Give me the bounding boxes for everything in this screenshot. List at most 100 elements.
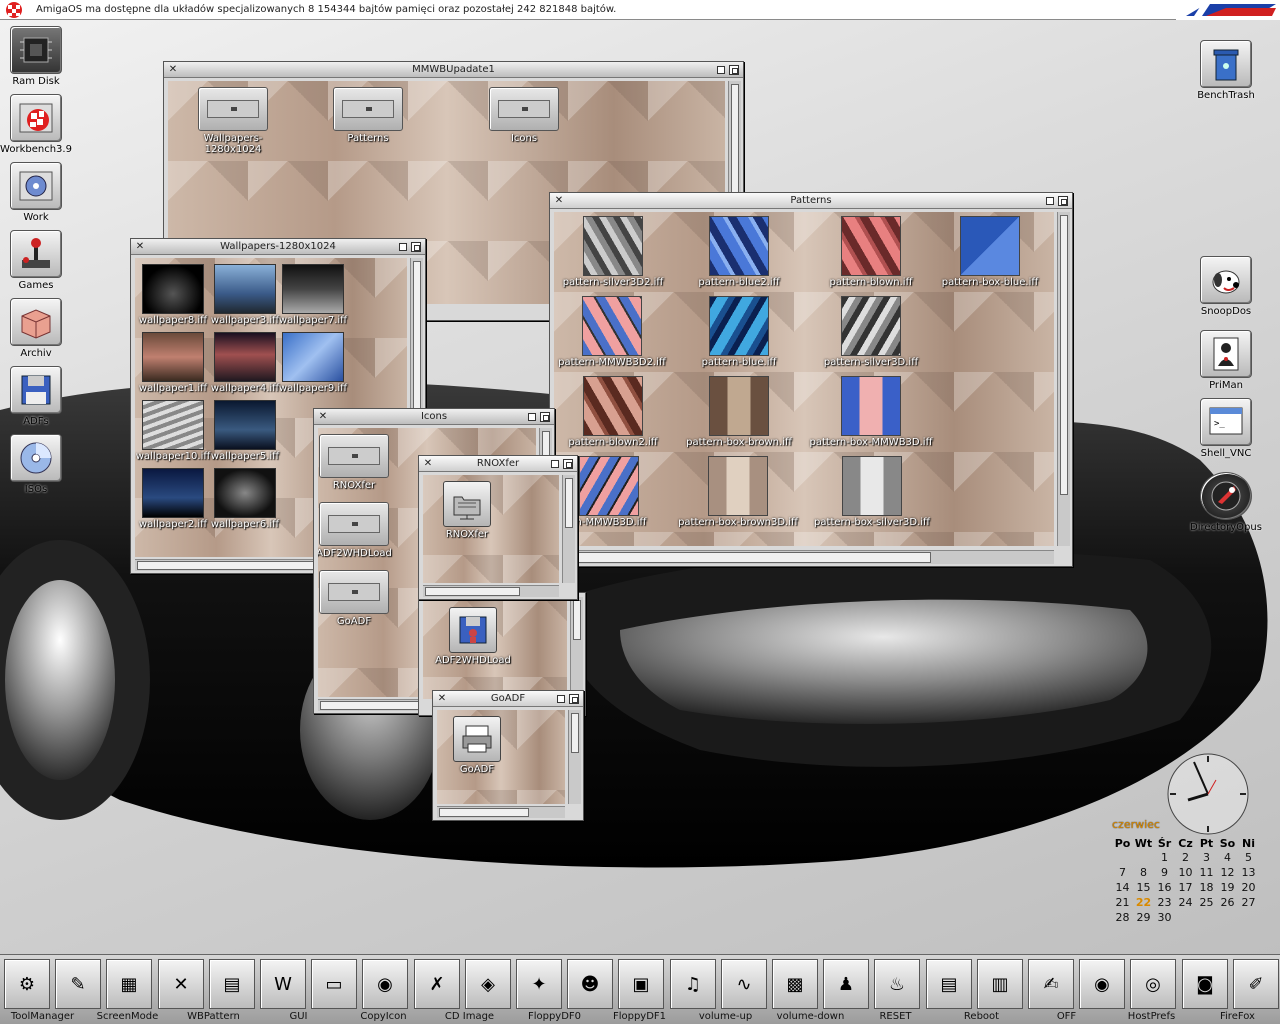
desktop-icon-shell-vnc[interactable]: >_ Shell_VNC xyxy=(1190,398,1262,459)
window-title-bar[interactable]: ✕ MMWBUpadate1 xyxy=(164,62,743,78)
calendar-day[interactable]: 17 xyxy=(1175,880,1196,895)
desktop-icon-isos[interactable]: ISOs xyxy=(0,434,72,495)
eye-icon[interactable]: ✍ xyxy=(1028,959,1074,1009)
dock-label[interactable]: WBPattern xyxy=(171,1011,256,1023)
paint-icon[interactable]: ◙ xyxy=(1182,959,1228,1009)
pattern-icon[interactable]: pattern-blue2.iff xyxy=(684,216,794,288)
vertical-scrollbar[interactable] xyxy=(570,597,583,699)
close-icon[interactable]: ✕ xyxy=(423,459,433,469)
dock-label[interactable]: RESET xyxy=(853,1011,938,1023)
pdf-icon[interactable]: W xyxy=(260,959,306,1009)
depth-icon[interactable] xyxy=(411,242,421,252)
hippo-icon[interactable]: ✦ xyxy=(516,959,562,1009)
dock-label[interactable]: FloppyDF0 xyxy=(512,1011,597,1023)
drawer-icon-wallpapers[interactable]: Wallpapers-1280x1024 xyxy=(178,87,288,155)
monitor-icon[interactable]: ♫ xyxy=(670,959,716,1009)
pattern-icon[interactable]: pattern-box-blue.iff xyxy=(932,216,1048,288)
drawer-icon-patterns[interactable]: Patterns xyxy=(318,87,418,144)
calendar-day[interactable]: 9 xyxy=(1154,865,1175,880)
calendar-day[interactable]: 1 xyxy=(1154,850,1175,865)
calendar-day[interactable]: 26 xyxy=(1217,895,1238,910)
dock-label[interactable]: volume-down xyxy=(768,1011,853,1023)
pattern-icon[interactable]: pattern-box-silver3D.iff xyxy=(804,456,940,528)
calendar-day[interactable]: 22 xyxy=(1133,895,1154,910)
calendar-day[interactable]: 3 xyxy=(1196,850,1217,865)
dock-label[interactable]: GUI xyxy=(256,1011,341,1023)
desktop-icon-adfs[interactable]: ADFs xyxy=(0,366,72,427)
dock-label[interactable]: HostPrefs xyxy=(1109,1011,1194,1023)
pattern-icon[interactable]: pattern-silver3D2.iff xyxy=(558,216,668,288)
calendar-day[interactable]: 4 xyxy=(1217,850,1238,865)
depth-icon[interactable] xyxy=(563,459,573,469)
desktop-icon-benchtrash[interactable]: BenchTrash xyxy=(1190,40,1262,101)
close-icon[interactable]: ✕ xyxy=(554,196,564,206)
tool-icon-goadf[interactable]: GoADF xyxy=(318,570,404,627)
vertical-scrollbar[interactable] xyxy=(1057,212,1070,546)
calendar-day[interactable]: 20 xyxy=(1238,880,1259,895)
screenmode-icon[interactable]: ✎ xyxy=(55,959,101,1009)
iconify-icon[interactable] xyxy=(717,66,725,74)
tool-icon-rnoxfer[interactable]: RNOXfer xyxy=(423,481,517,540)
art-effect-icon[interactable]: ✗ xyxy=(414,959,460,1009)
iconify-icon[interactable] xyxy=(551,460,559,468)
window-goadf[interactable]: ✕ GoADF GoADF xyxy=(432,690,584,821)
wallpaper-icon[interactable]: wallpaper7.iff xyxy=(275,264,351,326)
pattern-icon[interactable]: pattern-blown2.iff xyxy=(558,376,668,448)
copyicon-icon[interactable]: ▤ xyxy=(209,959,255,1009)
desktop-icon-archiv[interactable]: Archiv xyxy=(0,298,72,359)
video-camera-icon[interactable]: ✐ xyxy=(1233,959,1279,1009)
window-title-bar[interactable]: ✕ RNOXfer xyxy=(419,456,577,472)
depth-icon[interactable] xyxy=(569,694,579,704)
wallpaper-icon[interactable]: wallpaper9.iff xyxy=(275,332,351,394)
calendar-day[interactable]: 15 xyxy=(1133,880,1154,895)
wallpaper-icon[interactable]: wallpaper6.iff xyxy=(207,468,283,530)
depth-icon[interactable] xyxy=(540,412,550,422)
wallpaper-icon[interactable]: wallpaper8.iff xyxy=(135,264,211,326)
horizontal-scrollbar[interactable] xyxy=(423,585,559,597)
flame-icon[interactable]: ♟ xyxy=(823,959,869,1009)
horizontal-scrollbar[interactable] xyxy=(554,550,1054,564)
desktop-icon-ram-disk[interactable]: Ram Disk xyxy=(0,26,72,87)
wallpaper-icon[interactable]: wallpaper4.iff xyxy=(207,332,283,394)
amiga-logo-icon[interactable] xyxy=(1176,0,1280,20)
pattern-icon[interactable]: pattern-silver3D.iff xyxy=(816,296,926,368)
vertical-scrollbar[interactable] xyxy=(562,475,575,583)
calendar-day[interactable]: 16 xyxy=(1154,880,1175,895)
speaker-icon[interactable]: ☻ xyxy=(567,959,613,1009)
browser-icon[interactable]: ▭ xyxy=(311,959,357,1009)
dock-label[interactable]: FloppyDF1 xyxy=(597,1011,682,1023)
dock-label[interactable]: Reboot xyxy=(939,1011,1024,1023)
calendar-day[interactable]: 10 xyxy=(1175,865,1196,880)
window-patterns[interactable]: ✕ Patterns pattern-silver3D2.iff pattern… xyxy=(549,192,1073,567)
vertical-scrollbar[interactable] xyxy=(568,710,581,804)
calendar-day[interactable]: 25 xyxy=(1196,895,1217,910)
dock-label[interactable]: volume-up xyxy=(683,1011,768,1023)
dock-label[interactable]: CopyIcon xyxy=(341,1011,426,1023)
calendar-day[interactable]: 8 xyxy=(1133,865,1154,880)
close-icon[interactable]: ✕ xyxy=(168,65,178,75)
desktop-icon-priman[interactable]: PriMan xyxy=(1190,330,1262,391)
tool-icon-rnoxfer[interactable]: RNOXfer xyxy=(318,434,404,491)
dock-label[interactable]: ToolManager xyxy=(0,1011,85,1023)
tool-icon-adf2whdload[interactable]: ADF2WHDLoad xyxy=(318,502,404,559)
calendar-day[interactable]: 27 xyxy=(1238,895,1259,910)
calendar-day[interactable]: 11 xyxy=(1196,865,1217,880)
window-rnoxfer[interactable]: ✕ RNOXfer RNOXfer xyxy=(418,455,578,600)
notepad-icon[interactable]: ▤ xyxy=(926,959,972,1009)
camera-icon[interactable]: ∿ xyxy=(721,959,767,1009)
cdimage-icon[interactable]: ◉ xyxy=(362,959,408,1009)
dock-label[interactable]: ScreenMode xyxy=(85,1011,170,1023)
archive-icon[interactable]: ♨ xyxy=(874,959,920,1009)
iconify-icon[interactable] xyxy=(399,243,407,251)
depth-icon[interactable] xyxy=(729,65,739,75)
tool-icon-adf2whdload[interactable]: ADF2WHDLoad xyxy=(423,607,523,666)
pattern-icon[interactable]: pattern-box-brown3D.iff xyxy=(670,456,806,528)
eagle-icon[interactable]: ◈ xyxy=(465,959,511,1009)
calendar-day[interactable]: 28 xyxy=(1112,910,1133,925)
desktop-icon-workbench[interactable]: Workbench3.9 xyxy=(0,94,72,155)
wallpaper-icon[interactable]: wallpaper3.iff xyxy=(207,264,283,326)
desktop-icon-directoryopus[interactable]: DirectoryOpus xyxy=(1186,472,1266,533)
dock-label[interactable]: OFF xyxy=(1024,1011,1109,1023)
window-title-bar[interactable]: ✕ GoADF xyxy=(433,691,583,707)
calendar-day[interactable]: 21 xyxy=(1112,895,1133,910)
